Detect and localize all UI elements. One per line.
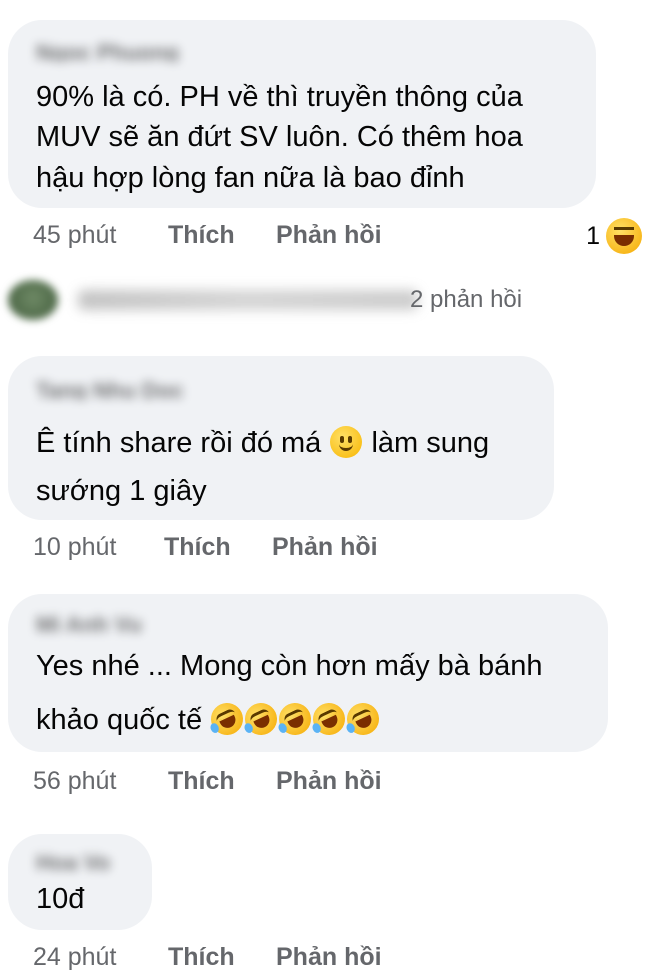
comment-text-segment: làm sung (371, 427, 490, 459)
like-button[interactable]: Thích (164, 530, 231, 564)
comment-meta: 45 phút Thích Phản hồi (0, 218, 560, 252)
comment-meta: 10 phút Thích Phản hồi (0, 530, 560, 564)
rolling-on-floor-laughing-icon (239, 697, 283, 741)
comment-author[interactable]: Tang Nhu Doc (36, 378, 206, 400)
comment-text-line: sướng 1 giây (36, 475, 207, 507)
avatar[interactable] (8, 280, 58, 320)
slightly-smiling-face-icon (330, 426, 363, 458)
reply-button[interactable]: Phản hồi (276, 940, 382, 974)
comment-author[interactable]: Ngoc Phuong (36, 40, 196, 62)
comment-text-line: khảo quốc tế (36, 697, 385, 742)
like-button[interactable]: Thích (168, 764, 235, 798)
rolling-on-floor-laughing-icon (307, 697, 351, 741)
reaction-summary[interactable]: 1 (586, 218, 642, 254)
reply-button[interactable]: Phản hồi (276, 764, 382, 798)
like-button[interactable]: Thích (168, 218, 235, 252)
rolling-on-floor-laughing-icon (341, 697, 385, 741)
comment-text-line: Ê tính share rồi đó má làm sung (36, 422, 489, 465)
reply-preview-blurred (78, 290, 418, 310)
comment-text-line: hậu hợp lòng fan nữa là bao đỉnh (36, 162, 465, 194)
comment-thread: Ngoc Phuong 90% là có. PH về thì truyền … (0, 0, 660, 978)
view-replies-link[interactable]: 2 phản hồi (410, 284, 522, 316)
comment-text-line: MUV sẽ ăn đứt SV luôn. Có thêm hoa (36, 121, 523, 153)
comment-timestamp[interactable]: 56 phút (33, 764, 116, 798)
comment-text-line: Yes nhé ... Mong còn hơn mấy bà bánh (36, 650, 543, 682)
comment-text-line: 90% là có. PH về thì truyền thông của (36, 81, 523, 113)
comment-timestamp[interactable]: 10 phút (33, 530, 116, 564)
rolling-on-floor-laughing-icon (273, 697, 317, 741)
comment-meta: 24 phút Thích Phản hồi (0, 940, 560, 974)
comment-text-segment: Ê tính share rồi đó má (36, 427, 322, 459)
comment-author[interactable]: Hoa Vo (36, 850, 126, 872)
rolling-on-floor-laughing-icon (205, 697, 249, 741)
reply-button[interactable]: Phản hồi (276, 218, 382, 252)
comment-timestamp[interactable]: 24 phút (33, 940, 116, 974)
comment-text-segment: khảo quốc tế (36, 704, 203, 736)
comment-timestamp[interactable]: 45 phút (33, 218, 116, 252)
comment-meta: 56 phút Thích Phản hồi (0, 764, 560, 798)
reply-button[interactable]: Phản hồi (272, 530, 378, 564)
like-button[interactable]: Thích (168, 940, 235, 974)
reaction-count: 1 (586, 222, 600, 250)
comment-text-line: 10đ (36, 883, 85, 915)
comment-author[interactable]: Mi Anh Vu (36, 612, 186, 634)
laughing-emoji-icon (606, 218, 642, 254)
collapsed-reply-row[interactable]: 2 phản hồi (0, 280, 660, 320)
